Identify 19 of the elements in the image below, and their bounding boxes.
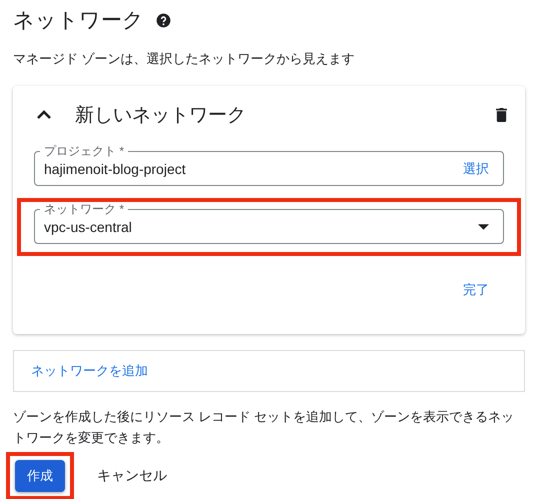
field-value: hajimenoit-blog-project bbox=[44, 161, 187, 177]
chevron-up-icon[interactable] bbox=[37, 110, 51, 120]
create-button[interactable]: 作成 bbox=[15, 460, 65, 492]
add-network-link[interactable]: ネットワークを追加 bbox=[31, 362, 148, 380]
project-field[interactable]: プロジェクト * hajimenoit-blog-project 選択 bbox=[34, 144, 504, 186]
card-title: 新しいネットワーク bbox=[75, 104, 247, 128]
section-title: ネットワーク bbox=[13, 8, 144, 34]
cancel-button[interactable]: キャンセル bbox=[91, 460, 173, 492]
dropdown-caret-icon[interactable] bbox=[478, 224, 489, 230]
network-dropdown[interactable]: ネットワーク * vpc-us-central bbox=[34, 202, 504, 244]
note-text: ゾーンを作成した後にリソース レコード セットを追加して、ゾーンを表示できるネットワークを変更できます。 bbox=[13, 408, 516, 447]
field-label: ネットワーク * bbox=[40, 202, 128, 216]
section-description: マネージド ゾーンは、選択したネットワークから見えます bbox=[13, 50, 356, 68]
field-label: プロジェクト * bbox=[40, 144, 128, 158]
select-button[interactable]: 選択 bbox=[463, 160, 489, 178]
help-icon[interactable] bbox=[156, 12, 171, 28]
delete-icon[interactable] bbox=[496, 108, 507, 122]
field-value: vpc-us-central bbox=[44, 219, 133, 235]
done-button[interactable]: 完了 bbox=[463, 280, 489, 300]
